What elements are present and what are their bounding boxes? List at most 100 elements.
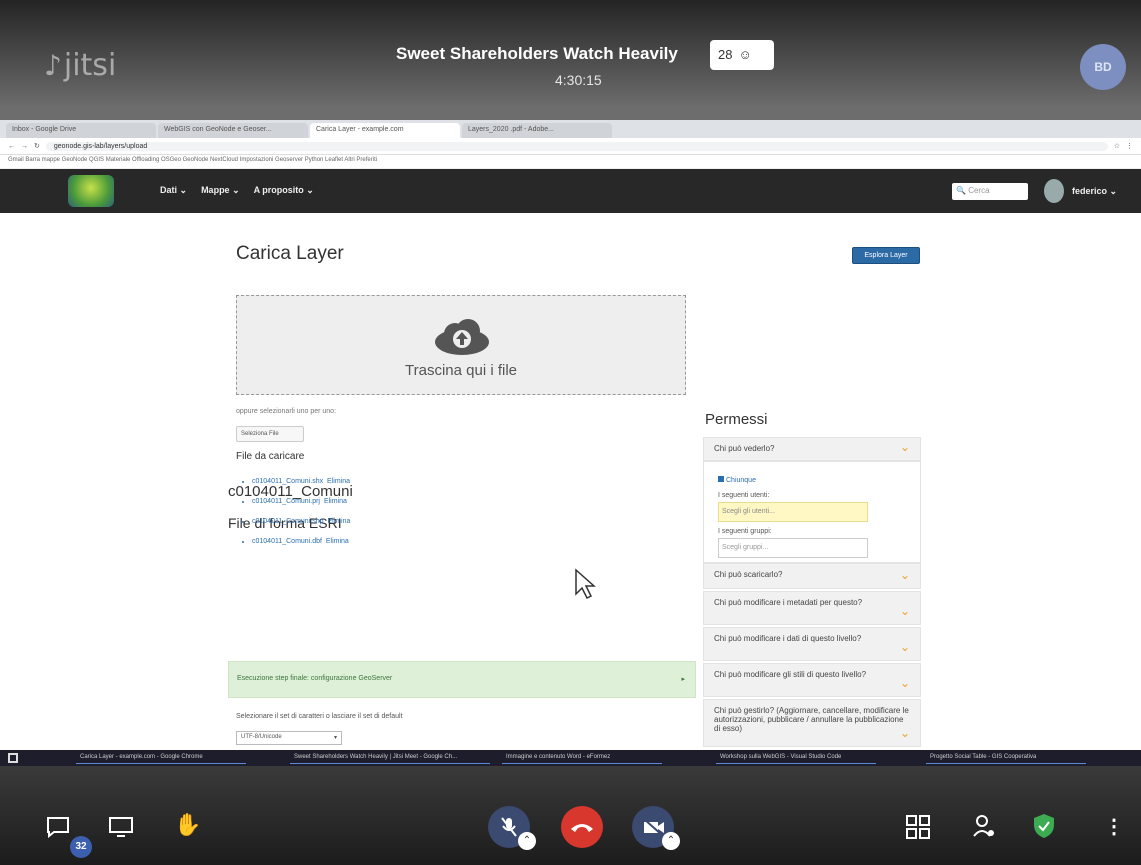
search-input[interactable]: 🔍 Cerca: [952, 183, 1028, 200]
browser-tabbar: Inbox - Google Drive WebGIS con GeoNode …: [0, 120, 1141, 138]
mute-mic-button[interactable]: ⌃: [488, 806, 536, 850]
windows-start-icon[interactable]: [8, 753, 18, 763]
browser-tab-active[interactable]: Carica Layer - example.com: [310, 123, 460, 138]
taskbar-item[interactable]: Progetto Social Table - GIS Cooperativa: [926, 752, 1086, 764]
file-name: c0104011_Comuni.prj: [252, 498, 320, 505]
screen-share-icon[interactable]: [108, 816, 134, 838]
camera-toggle-button[interactable]: ⌃: [632, 806, 680, 850]
list-item: c0104011_Comuni.shx Elimina: [252, 478, 350, 498]
hangup-button[interactable]: [561, 806, 603, 848]
geonode-navbar: Dati Mappe A proposito 🔍 Cerca federico …: [0, 169, 1141, 213]
geonode-logo[interactable]: [68, 175, 114, 207]
user-menu[interactable]: federico ⌄: [1072, 186, 1117, 197]
chat-icon[interactable]: [46, 816, 70, 838]
upload-page: Carica Layer Esplora Layer Trascina qui …: [0, 213, 1141, 747]
file-dropzone[interactable]: Trascina qui i file: [236, 295, 686, 395]
chevron-up-icon[interactable]: ⌃: [518, 832, 536, 850]
url-input[interactable]: geonode.gis-lab/layers/upload: [45, 141, 1108, 151]
drop-text: Trascina qui i file: [405, 362, 517, 379]
jitsi-header: ♪jitsi Sweet Shareholders Watch Heavily …: [0, 0, 1141, 120]
meeting-timer: 4:30:15: [555, 72, 602, 88]
page-title: Carica Layer: [236, 243, 344, 264]
groups-label: I seguenti gruppi:: [718, 528, 772, 535]
select-files-button[interactable]: Seleziona File: [236, 426, 304, 442]
nav-item-mappe[interactable]: Mappe: [201, 185, 240, 196]
chevron-down-icon: ⌄: [899, 676, 910, 690]
participants-icon[interactable]: [972, 814, 996, 840]
caret-right-icon[interactable]: ▸: [681, 675, 685, 683]
or-text: oppure selezionarli uno per uno:: [236, 408, 337, 415]
forward-icon[interactable]: →: [21, 143, 28, 150]
taskbar-item[interactable]: Immagine e contenuto Word - eFormez: [502, 752, 662, 764]
remove-file-link[interactable]: Elimina: [326, 538, 349, 545]
taskbar-item[interactable]: Carica Layer - example.com - Google Chro…: [76, 752, 246, 764]
camera-off-icon: [643, 818, 664, 836]
groups-input[interactable]: Scegli gruppi...: [718, 538, 868, 558]
browser-tab[interactable]: WebGIS con GeoNode e Geoser...: [158, 123, 308, 138]
file-name: c0104011_Comuni.shx: [252, 478, 324, 485]
perm-manage-header[interactable]: Chi può gestirlo? (Aggiornare, cancellar…: [703, 699, 921, 747]
mouse-cursor-icon: [575, 568, 596, 600]
phone-hangup-icon: [571, 824, 593, 832]
search-placeholder: Cerca: [968, 186, 990, 195]
cloud-upload-icon: [435, 319, 489, 355]
remove-file-link[interactable]: Elimina: [327, 518, 350, 525]
menu-icon[interactable]: ⋮: [1126, 142, 1133, 150]
back-icon[interactable]: ←: [8, 143, 15, 150]
nav-item-about[interactable]: A proposito: [254, 185, 314, 196]
upload-status-bar: Esecuzione step finale: configurazione G…: [228, 661, 696, 698]
chevron-down-icon: ⌄: [899, 568, 910, 582]
raise-hand-icon[interactable]: ✋: [174, 812, 201, 838]
bookmarks-bar[interactable]: Gmail Barra mappe GeoNode QGIS Materiale…: [0, 155, 1141, 169]
anyone-checkbox[interactable]: Chiunque: [718, 476, 756, 484]
file-list: c0104011_Comuni.shx Elimina c0104011_Com…: [244, 478, 350, 558]
taskbar-item[interactable]: Sweet Shareholders Watch Heavily | Jitsi…: [290, 752, 490, 764]
users-label: I seguenti utenti:: [718, 492, 770, 499]
user-name: federico: [1072, 186, 1108, 196]
chevron-down-icon: ⌄: [899, 604, 910, 618]
perm-data-label: Chi può modificare i dati di questo live…: [714, 634, 862, 643]
chevron-down-icon: ⌄: [899, 440, 910, 454]
browser-tab[interactable]: Layers_2020 .pdf - Adobe...: [462, 123, 612, 138]
perm-download-header[interactable]: Chi può scaricarlo? ⌄: [703, 563, 921, 589]
nav-item-dati[interactable]: Dati: [160, 185, 187, 196]
os-taskbar: Carica Layer - example.com - Google Chro…: [0, 750, 1141, 766]
perm-styles-label: Chi può modificare gli stili di questo l…: [714, 670, 867, 679]
star-icon[interactable]: ☆: [1114, 142, 1120, 150]
browser-tab[interactable]: Inbox - Google Drive: [6, 123, 156, 138]
jitsi-logo: ♪jitsi: [44, 48, 116, 83]
perm-metadata-header[interactable]: Chi può modificare i metadati per questo…: [703, 591, 921, 625]
participants-icon: ☺: [738, 47, 752, 62]
remove-file-link[interactable]: Elimina: [324, 498, 347, 505]
users-input[interactable]: Scegli gli utenti...: [718, 502, 868, 522]
tile-view-icon[interactable]: [905, 814, 931, 840]
list-item: c0104011_Comuni.dbf Elimina: [252, 538, 350, 558]
list-item: c0104011_Comuni.shp Elimina: [252, 518, 350, 538]
user-avatar[interactable]: [1044, 179, 1064, 203]
perm-styles-header[interactable]: Chi può modificare gli stili di questo l…: [703, 663, 921, 697]
chevron-down-icon: ▾: [333, 735, 337, 741]
perm-view-body: Chiunque I seguenti utenti: Scegli gli u…: [703, 461, 921, 563]
upload-status-text: Esecuzione step finale: configurazione G…: [237, 675, 393, 682]
taskbar-item[interactable]: Workshop sulla WebGIS - Visual Studio Co…: [716, 752, 876, 764]
perm-manage-label: Chi può gestirlo? (Aggiornare, cancellar…: [714, 706, 909, 733]
reload-icon[interactable]: ↻: [34, 142, 40, 150]
charset-select[interactable]: UTF-8/Unicode ▾: [236, 731, 342, 745]
meeting-title: Sweet Shareholders Watch Heavily: [396, 44, 678, 63]
perm-data-header[interactable]: Chi può modificare i dati di questo live…: [703, 627, 921, 661]
chevron-down-icon: ⌄: [899, 726, 910, 740]
list-item: c0104011_Comuni.prj Elimina: [252, 498, 350, 518]
file-name: c0104011_Comuni.shp: [252, 518, 324, 525]
perm-view-header[interactable]: Chi può vederlo? ⌄: [703, 437, 921, 461]
shared-screen-browser: Inbox - Google Drive WebGIS con GeoNode …: [0, 120, 1141, 750]
remove-file-link[interactable]: Elimina: [327, 478, 350, 485]
avatar[interactable]: BD: [1080, 44, 1126, 90]
jitsi-logo-icon: ♪: [44, 49, 62, 82]
perm-download-label: Chi può scaricarlo?: [714, 570, 783, 579]
charset-value: UTF-8/Unicode: [241, 734, 282, 740]
chevron-up-icon[interactable]: ⌃: [662, 832, 680, 850]
more-options-icon[interactable]: ⋮: [1104, 814, 1124, 839]
participant-count[interactable]: 28 ☺: [710, 40, 774, 70]
explore-layers-button[interactable]: Esplora Layer: [852, 247, 920, 264]
security-shield-icon[interactable]: [1032, 812, 1056, 840]
